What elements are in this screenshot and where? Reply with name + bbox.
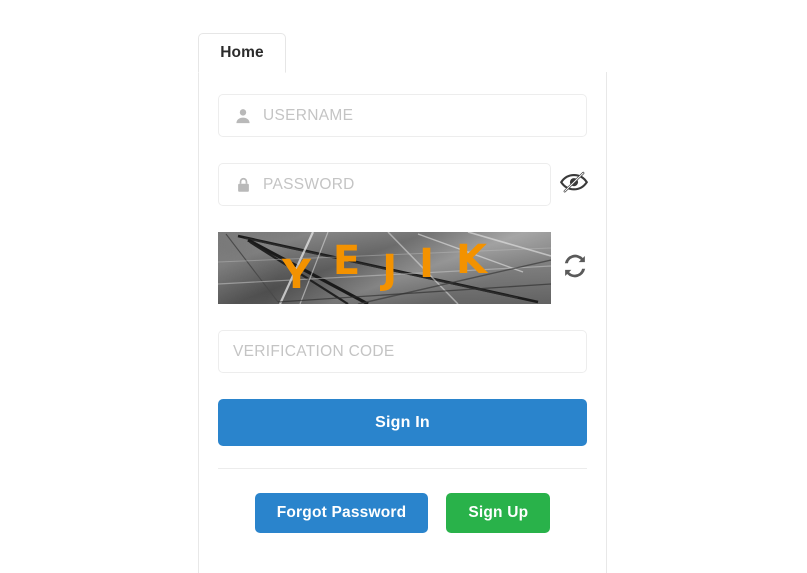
username-input[interactable]: USERNAME xyxy=(218,94,587,137)
login-card: USERNAME PASSWORD Y E J I K VERIFICATION… xyxy=(198,72,607,573)
eye-slash-icon xyxy=(559,169,589,200)
captcha-char: J xyxy=(382,247,398,293)
tab-bar: Home xyxy=(198,33,607,73)
tab-home[interactable]: Home xyxy=(198,33,286,73)
lock-icon xyxy=(233,175,253,195)
forgot-password-button[interactable]: Forgot Password xyxy=(254,493,429,533)
footer-divider xyxy=(218,468,587,469)
refresh-icon xyxy=(561,252,589,285)
captcha-row: Y E J I K xyxy=(218,232,587,304)
password-field-row: PASSWORD xyxy=(218,163,589,206)
captcha-char: I xyxy=(419,241,435,287)
captcha-image[interactable]: Y E J I K xyxy=(218,232,551,304)
captcha-refresh-button[interactable] xyxy=(561,246,589,290)
tab-bar-filler xyxy=(286,33,607,73)
captcha-text: Y E J I K xyxy=(218,232,551,304)
sign-in-button[interactable]: Sign In xyxy=(218,399,587,446)
password-visibility-toggle[interactable] xyxy=(559,163,589,206)
captcha-char: Y xyxy=(281,252,311,298)
captcha-char: K xyxy=(456,237,488,283)
verification-code-field-row: VERIFICATION CODE xyxy=(218,330,587,373)
user-icon xyxy=(233,106,253,126)
username-field-row: USERNAME xyxy=(218,94,587,137)
verification-code-input[interactable]: VERIFICATION CODE xyxy=(218,330,587,373)
username-placeholder: USERNAME xyxy=(263,106,354,124)
verification-code-placeholder: VERIFICATION CODE xyxy=(233,342,395,360)
login-form: USERNAME PASSWORD Y E J I K VERIFICATION… xyxy=(199,72,606,533)
sign-up-button[interactable]: Sign Up xyxy=(446,493,551,533)
footer-actions: Forgot Password Sign Up xyxy=(218,493,587,533)
password-input[interactable]: PASSWORD xyxy=(218,163,551,206)
captcha-char: E xyxy=(332,238,361,284)
login-page: Home USERNAME PASSWORD Y E J I K VERIFIC… xyxy=(0,0,807,573)
tab-home-label: Home xyxy=(220,44,264,61)
password-placeholder: PASSWORD xyxy=(263,175,355,193)
